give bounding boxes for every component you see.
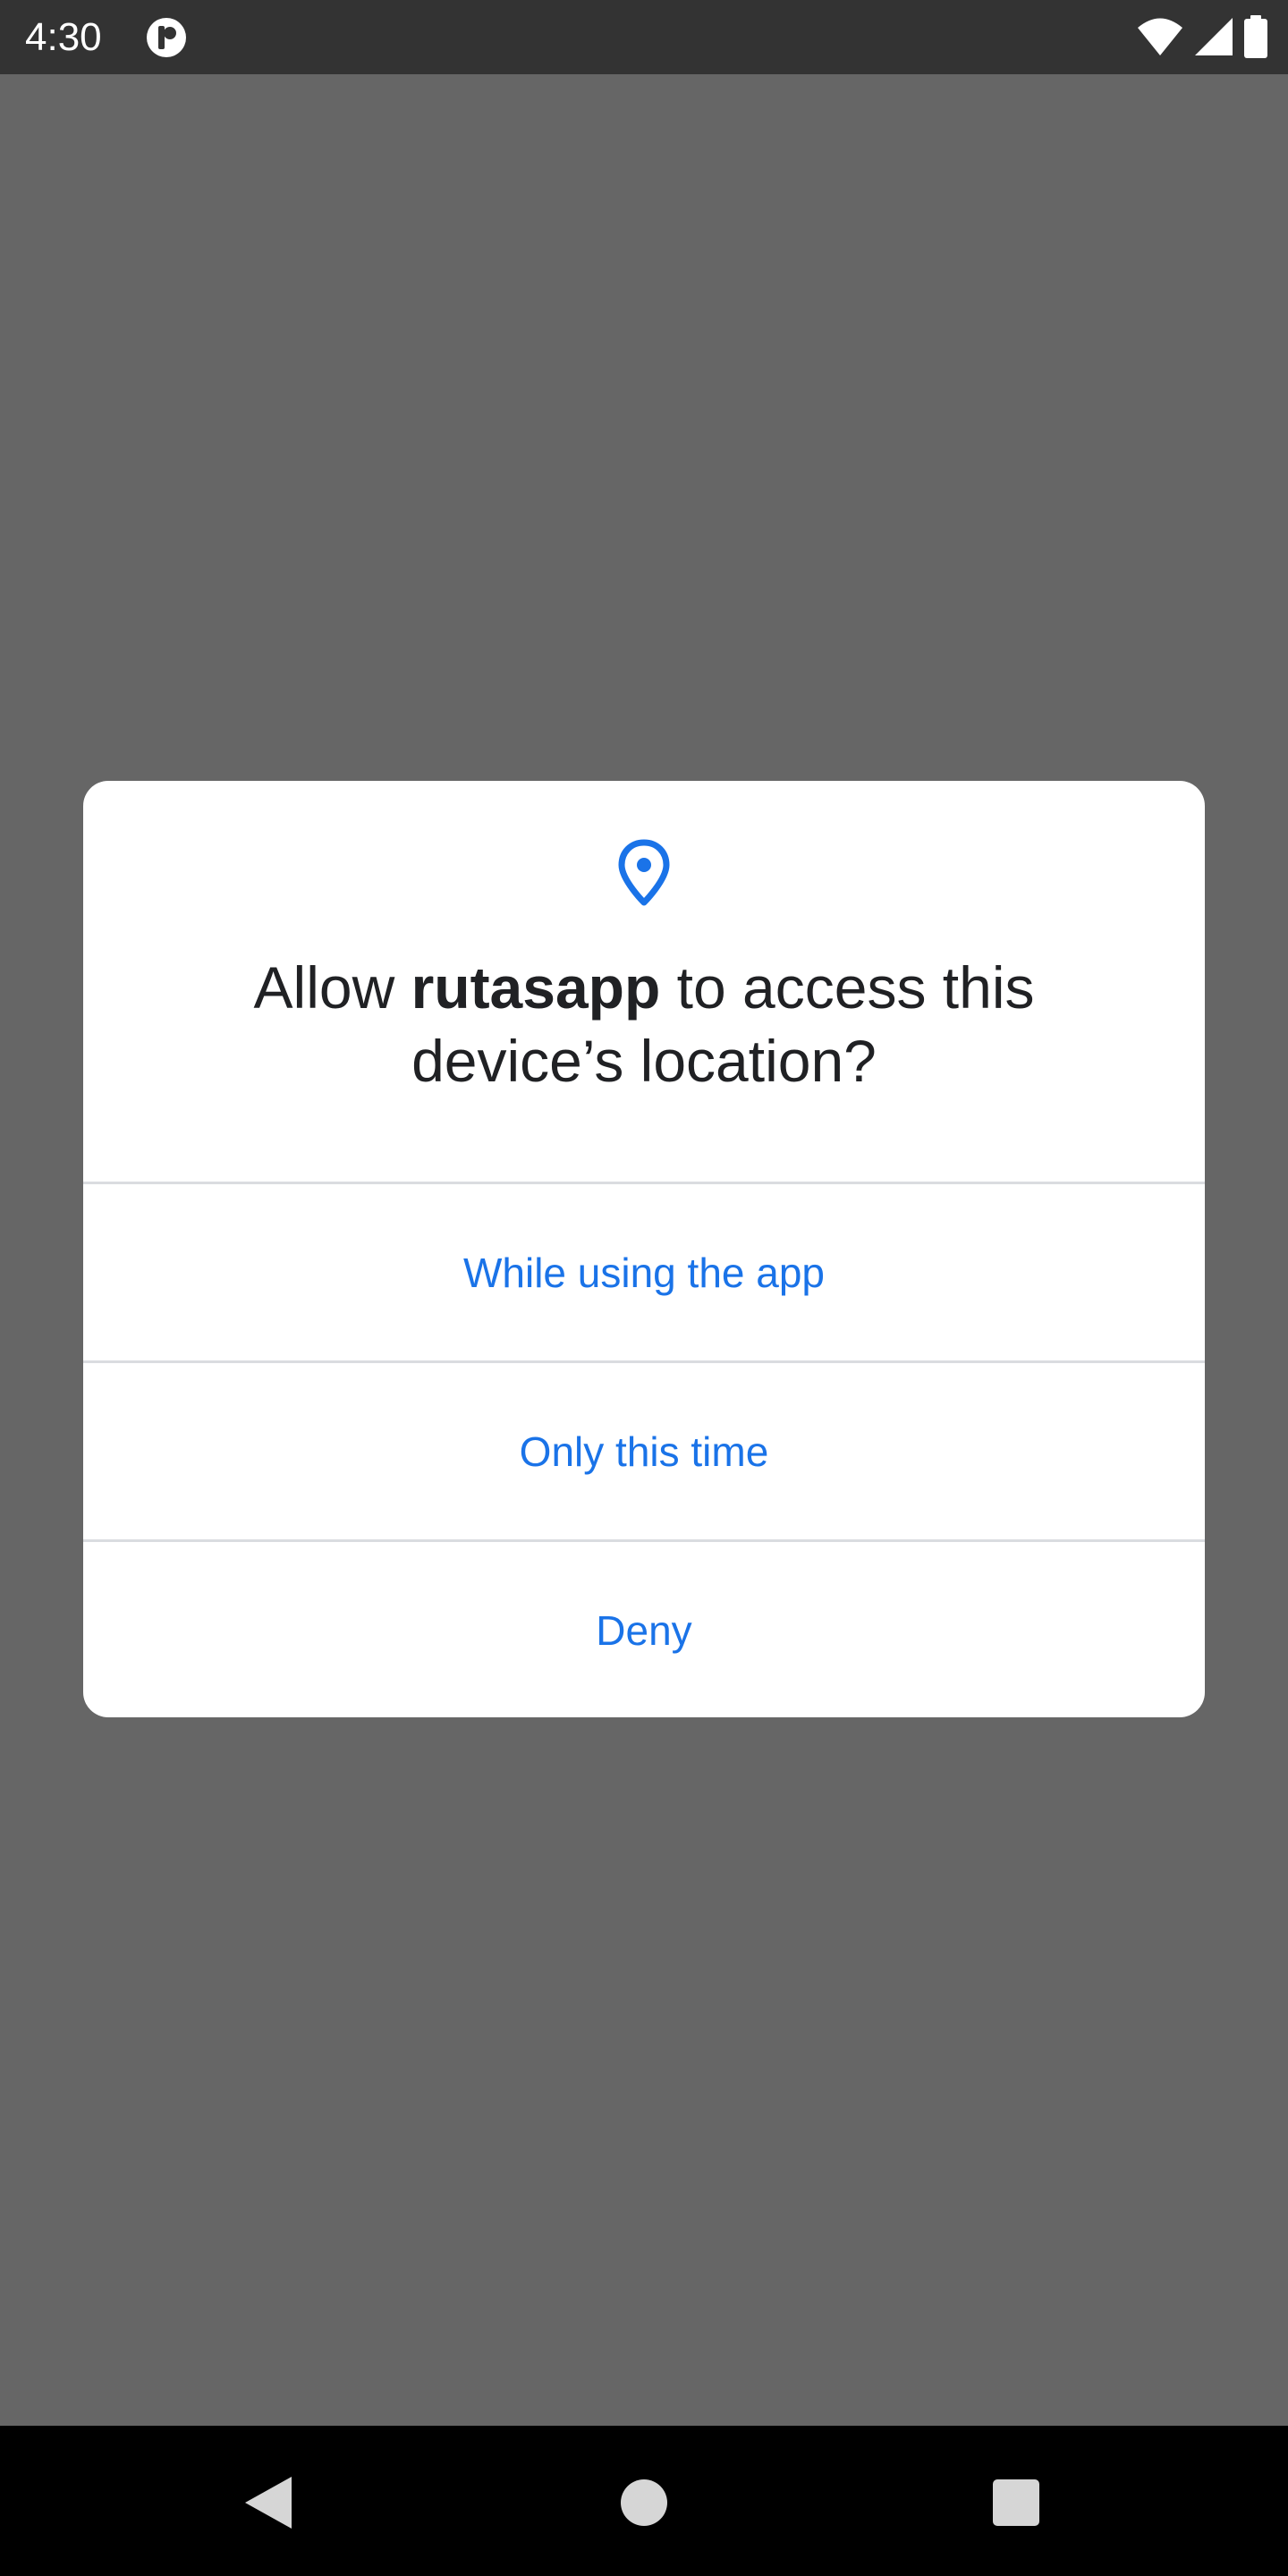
deny-button[interactable]: Deny <box>83 1542 1205 1717</box>
wifi-icon <box>1138 18 1182 55</box>
dialog-header: Allow rutasapp to access this device’s l… <box>83 781 1205 1182</box>
home-icon[interactable] <box>621 2479 667 2526</box>
status-time: 4:30 <box>25 15 102 59</box>
while-using-app-button[interactable]: While using the app <box>83 1184 1205 1360</box>
navigation-bar <box>0 2426 1288 2576</box>
location-pin-icon <box>618 839 670 906</box>
dialog-title: Allow rutasapp to access this device’s l… <box>155 951 1133 1097</box>
status-bar: 4:30 <box>0 0 1288 74</box>
app-name: rutasapp <box>411 954 661 1021</box>
battery-icon <box>1244 15 1267 58</box>
status-icons <box>1136 14 1268 59</box>
app-notification-icon <box>147 18 186 57</box>
back-icon[interactable] <box>243 2475 295 2530</box>
only-this-time-button[interactable]: Only this time <box>83 1363 1205 1539</box>
location-permission-dialog: Allow rutasapp to access this device’s l… <box>83 781 1205 1717</box>
title-prefix: Allow <box>253 954 411 1021</box>
signal-icon <box>1195 18 1233 55</box>
recents-icon[interactable] <box>993 2479 1039 2526</box>
